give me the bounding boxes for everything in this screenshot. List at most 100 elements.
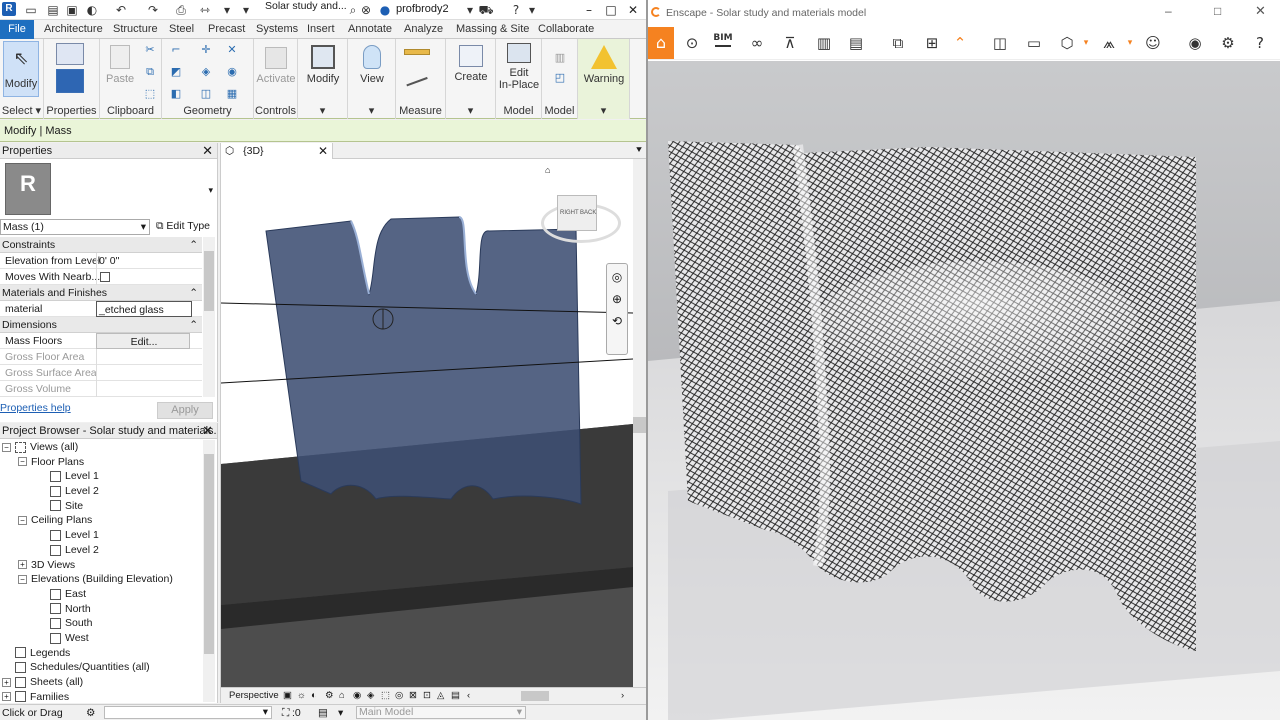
model-dropdown-icon[interactable]: ▾ (338, 705, 343, 720)
view-tabs-dropdown-icon[interactable]: ⯆ (635, 143, 643, 159)
view-tab-close-icon[interactable]: ✕ (318, 143, 328, 159)
eye-icon[interactable]: ◉ (1183, 31, 1207, 55)
type-preview-dropdown-icon[interactable]: ▾ (208, 185, 213, 196)
tree-floor-plans[interactable]: − Floor Plans (2, 455, 202, 470)
viewcube-back-face[interactable]: BACK (580, 210, 596, 216)
editable-icon[interactable]: ⛶ (282, 705, 289, 720)
worksharing-icon[interactable]: ⊡ (423, 688, 431, 704)
undo-icon[interactable]: ↶ (113, 2, 129, 18)
user-icon[interactable]: ● (377, 2, 393, 18)
screenshot-icon[interactable]: ⧉ (886, 31, 910, 55)
modify-panel-dropdown[interactable]: ▾ (298, 104, 347, 117)
tree-cp-level2[interactable]: Level 2 (2, 543, 202, 558)
binoculars-icon[interactable]: ∞ (745, 31, 769, 55)
properties-toggle-icon[interactable]: ▤ (451, 688, 460, 704)
tree-sheets[interactable]: + Sheets (all) (2, 675, 202, 690)
tab-structure[interactable]: Structure (113, 23, 158, 35)
tab-systems[interactable]: Systems (256, 23, 298, 35)
create-panel-dropdown[interactable]: ▾ (446, 104, 495, 117)
enscape-minimize-button[interactable]: – (1165, 4, 1172, 18)
tree-el-west[interactable]: West (2, 631, 202, 646)
modify-tools-button[interactable]: Modify (302, 43, 344, 85)
properties-scrollbar[interactable] (203, 237, 215, 397)
cut-icon[interactable]: ✂ (142, 43, 158, 57)
dimensions-section[interactable]: Dimensions ⌃ (0, 317, 202, 333)
paste-button[interactable]: Paste (106, 45, 134, 85)
model-inplace-icon[interactable]: ▥ (552, 51, 568, 65)
revit-logo[interactable]: R (2, 2, 16, 16)
enscape-close-button[interactable]: ✕ (1255, 3, 1266, 19)
viewcube[interactable]: RIGHT BACK (557, 195, 597, 231)
view-button[interactable]: View (352, 43, 392, 85)
copy-icon[interactable]: ⧉ (142, 65, 158, 79)
maximize-button[interactable]: □ (600, 0, 622, 20)
help-icon[interactable]: ? (1248, 31, 1272, 55)
cut-geometry-icon[interactable]: ◩ (168, 65, 184, 79)
render-icon[interactable]: ⚙ (325, 688, 334, 704)
hscroll-left-icon[interactable]: ‹ (467, 688, 470, 704)
type-properties-icon[interactable] (56, 69, 84, 93)
tree-ceiling-plans[interactable]: − Ceiling Plans (2, 513, 202, 528)
steering-wheel-icon[interactable]: ◎ (607, 270, 627, 284)
settings-icon[interactable]: ⚙ (1216, 31, 1240, 55)
tree-el-east[interactable]: East (2, 587, 202, 602)
tab-steel[interactable]: Steel (169, 23, 194, 35)
tree-families[interactable]: + Families (2, 690, 202, 703)
design-options-icon[interactable]: ▤ (318, 705, 328, 720)
tab-3d-view[interactable]: ⬡ {3D} ✕ (221, 143, 333, 159)
properties-icon[interactable] (56, 43, 84, 65)
print-icon[interactable]: ⎙ (173, 2, 189, 18)
edit-type-button[interactable]: ⧉ Edit Type (156, 220, 210, 233)
buildings-icon[interactable]: ▥ (812, 31, 836, 55)
tree-elevations[interactable]: − Elevations (Building Elevation) (2, 572, 202, 587)
properties-close-icon[interactable]: ✕ (202, 143, 213, 159)
worksets-icon[interactable]: ⚙ (86, 705, 95, 720)
join-icon[interactable]: ◧ (168, 87, 184, 101)
create-button[interactable]: Create (450, 43, 492, 83)
demolish-icon[interactable]: ✕ (224, 43, 240, 57)
dimension-icon[interactable] (402, 65, 428, 87)
constraints-icon[interactable]: ◬ (437, 688, 444, 704)
zoom-icon[interactable]: ⊕ (607, 292, 627, 306)
tree-el-north[interactable]: North (2, 602, 202, 617)
open-folder-icon[interactable]: ▤ (45, 2, 61, 18)
shadows-icon[interactable]: ◐ (311, 688, 317, 704)
collaboration-icon[interactable]: ☺ (1141, 31, 1165, 55)
save-icon[interactable]: ▣ (64, 2, 80, 18)
tab-annotate[interactable]: Annotate (348, 23, 392, 35)
browser-scrollbar[interactable] (203, 440, 215, 702)
bim-button[interactable]: BIM (711, 31, 735, 55)
instance-filter[interactable]: Mass (1) ▾ (0, 219, 150, 235)
enscape-maximize-button[interactable]: □ (1214, 4, 1221, 18)
tab-precast[interactable]: Precast (208, 23, 245, 35)
open-icon[interactable]: ▭ (23, 2, 39, 18)
view-vscrollbar[interactable] (633, 159, 646, 687)
highlight-icon[interactable]: ◎ (395, 688, 403, 704)
select-dropdown[interactable]: Select ▾ (0, 104, 43, 117)
elevation-row[interactable]: Elevation from Level 0' 0" (0, 253, 202, 269)
analytical-icon[interactable]: ⊠ (409, 688, 417, 704)
properties-help-link[interactable]: Properties help (0, 402, 71, 414)
enscape-home-button[interactable]: ⌂ (648, 27, 674, 59)
tab-massing-site[interactable]: Massing & Site (456, 23, 529, 35)
split-face-icon[interactable]: ✛ (198, 43, 214, 57)
wall-joins-icon[interactable]: ◫ (198, 87, 214, 101)
tab-collaborate[interactable]: Collaborate (538, 23, 594, 35)
temp-hide-icon[interactable]: ◉ (353, 688, 361, 704)
clapper-icon[interactable]: ▤ (844, 31, 868, 55)
asset-dropdown-icon[interactable]: ▾ (1118, 31, 1142, 55)
binoculars-icon[interactable]: ⊗ (358, 2, 374, 18)
tree-3d-views[interactable]: +3D Views (2, 558, 202, 573)
tree-fp-level1[interactable]: Level 1 (2, 469, 202, 484)
user-name[interactable]: profbrody2 (396, 3, 449, 15)
tab-file[interactable]: File (0, 20, 34, 39)
batch-icon[interactable]: ⊞ (920, 31, 944, 55)
viewcube-home-icon[interactable]: ⌂ (545, 165, 550, 175)
edit-inplace-button[interactable]: Edit In-Place (498, 43, 540, 91)
warning-panel-dropdown[interactable]: ▾ (578, 104, 629, 117)
help-dropdown-icon[interactable]: ▾ (524, 2, 540, 18)
chevron-up-icon[interactable]: ⌃ (948, 31, 972, 55)
constraints-section[interactable]: Constraints ⌃ (0, 237, 202, 253)
lock-view-icon[interactable]: ⌂ (339, 688, 345, 704)
tree-cp-level1[interactable]: Level 1 (2, 528, 202, 543)
